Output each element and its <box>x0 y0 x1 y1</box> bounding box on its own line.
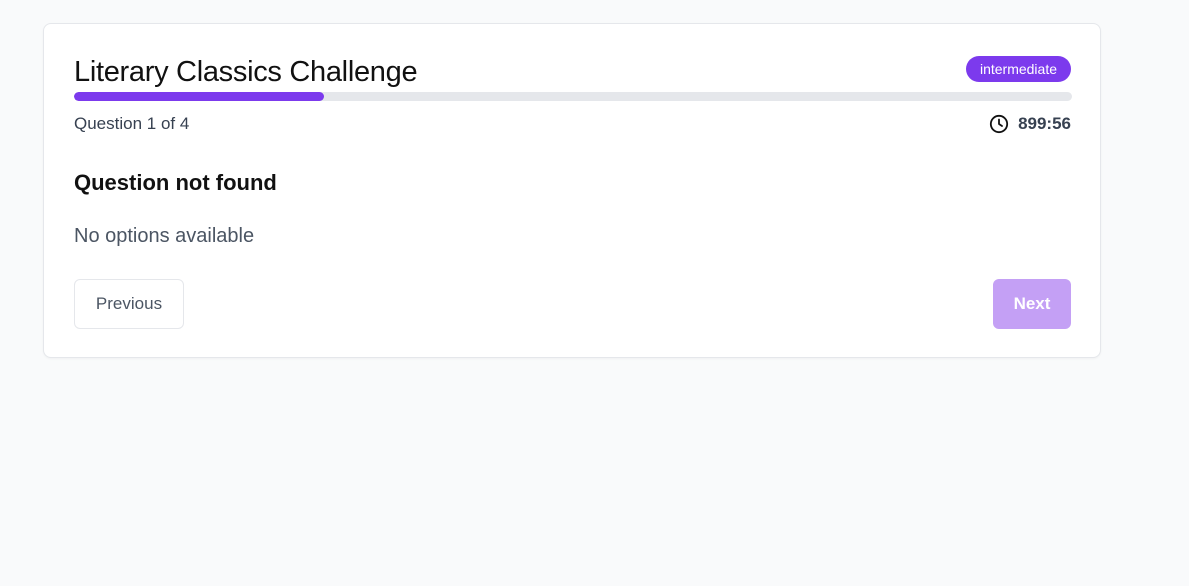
timer: 899:56 <box>989 112 1071 136</box>
progress-bar-fill <box>74 92 324 101</box>
clock-icon <box>989 114 1009 134</box>
difficulty-badge: intermediate <box>965 56 1071 82</box>
timer-value: 899:56 <box>1018 114 1071 133</box>
question-counter: Question 1 of 4 <box>74 114 190 133</box>
next-button[interactable]: Next <box>993 279 1071 329</box>
progress-bar <box>74 92 1072 101</box>
quiz-card: Literary Classics Challenge intermediate… <box>43 23 1101 358</box>
question-text: Question not found <box>74 170 277 195</box>
quiz-title: Literary Classics Challenge <box>74 56 418 88</box>
options-empty-message: No options available <box>74 225 255 247</box>
previous-button[interactable]: Previous <box>74 279 184 329</box>
